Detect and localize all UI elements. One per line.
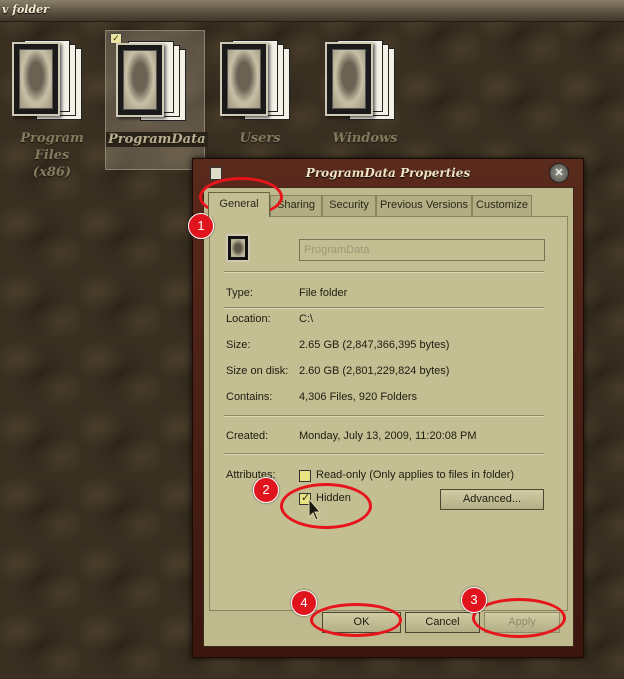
folder-icon [220, 38, 290, 122]
window-title: v folder [2, 3, 49, 16]
annotation-marker-4: 4 [291, 590, 317, 616]
annotation-circle-ok [310, 603, 402, 637]
advanced-button[interactable]: Advanced... [440, 489, 544, 510]
general-tab-panel [209, 216, 568, 611]
type-label: Type: [226, 287, 253, 299]
size-on-disk-label: Size on disk: [226, 365, 289, 377]
tab-security[interactable]: Security [322, 195, 376, 216]
close-button[interactable]: ✕ [549, 163, 569, 183]
annotation-marker-3: 3 [461, 587, 487, 613]
separator [224, 415, 544, 417]
folder-icon [226, 234, 250, 262]
contains-value: 4,306 Files, 920 Folders [299, 391, 418, 403]
annotation-marker-2: 2 [253, 477, 279, 503]
folder-programdata[interactable]: ✓ ProgramData [105, 30, 208, 170]
folder-icon [116, 39, 186, 123]
location-value: C:\ [299, 313, 314, 325]
separator [224, 271, 544, 273]
folder-icon [12, 38, 82, 122]
contains-label: Contains: [226, 391, 273, 403]
location-label: Location: [226, 313, 271, 325]
folder-program-files-x86[interactable]: Program Files (x86) [2, 30, 102, 180]
type-value: File folder [299, 287, 348, 299]
properties-dialog: ProgramData Properties ✕ General Sharing… [192, 158, 584, 658]
created-label: Created: [226, 430, 269, 442]
folder-name-input[interactable] [299, 239, 545, 261]
created-value: Monday, July 13, 2009, 11:20:08 PM [299, 430, 477, 442]
separator [224, 307, 544, 309]
folder-windows[interactable]: Windows [315, 30, 415, 170]
tab-previous-versions[interactable]: Previous Versions [376, 195, 472, 216]
separator [224, 453, 544, 455]
tab-general[interactable]: General [208, 192, 270, 217]
folder-users[interactable]: Users [210, 30, 310, 170]
size-value: 2.65 GB (2,847,366,395 bytes) [299, 339, 450, 351]
size-on-disk-value: 2.60 GB (2,801,229,824 bytes) [299, 365, 450, 377]
dialog-body: General Sharing Security Previous Versio… [203, 187, 574, 647]
tab-customize[interactable]: Customize [472, 195, 532, 216]
explorer-titlebar: v folder [0, 0, 624, 22]
annotation-circle-hidden [280, 483, 372, 529]
folder-label: Users [239, 131, 281, 146]
folder-icon [325, 38, 395, 122]
cancel-button[interactable]: Cancel [405, 612, 480, 633]
size-label: Size: [226, 339, 251, 351]
folder-label: ProgramData [106, 132, 208, 147]
folder-label: Program Files (x86) [20, 131, 84, 180]
folder-label: Windows [332, 131, 398, 146]
readonly-label[interactable]: Read-only (Only applies to files in fold… [316, 469, 514, 481]
readonly-checkbox[interactable] [299, 470, 311, 482]
